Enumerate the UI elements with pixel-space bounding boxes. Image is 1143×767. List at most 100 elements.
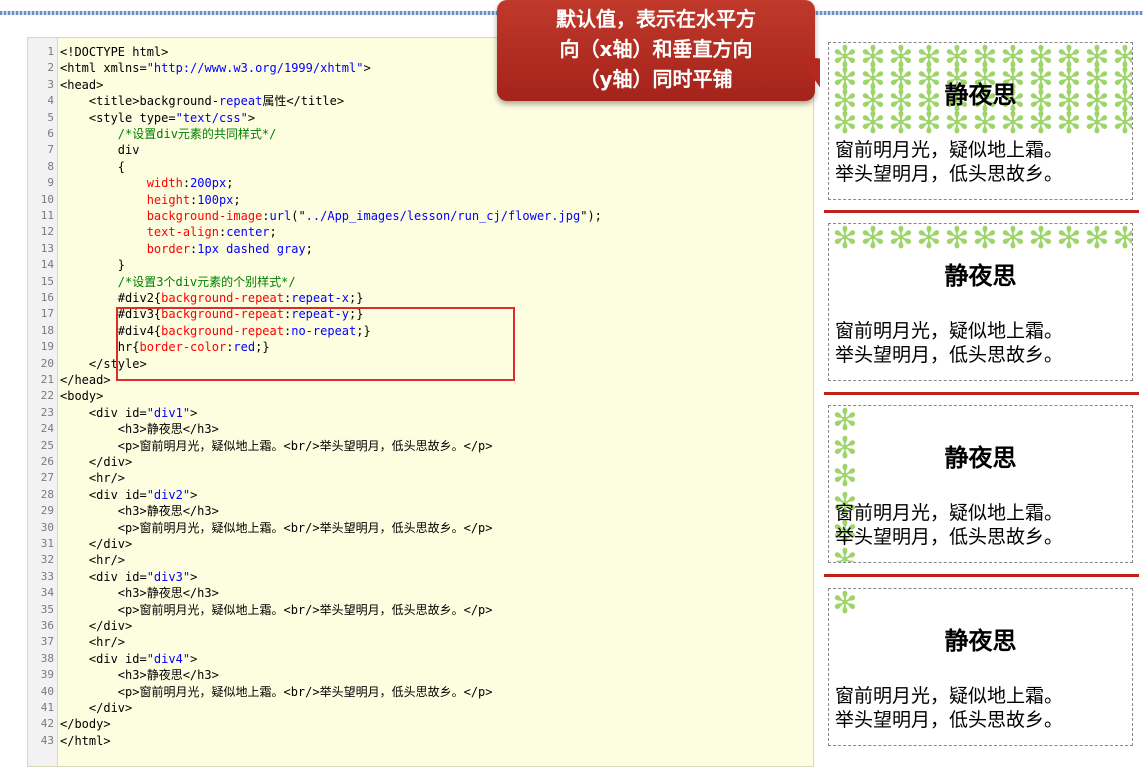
code-line: 33 <div id="div3"> bbox=[28, 569, 813, 585]
demo-div4: ✻ 静夜思 窗前明月光，疑似地上霜。 举头望明月，低头思故乡。 bbox=[828, 588, 1133, 746]
code-token: #div2{ bbox=[60, 291, 162, 305]
demo-title: 静夜思 bbox=[944, 444, 1017, 472]
code-token: height bbox=[60, 192, 191, 207]
line-number: 17 bbox=[40, 307, 54, 321]
callout-bubble: 默认值，表示在水平方 向（x轴）和垂直方向 （y轴）同时平铺 bbox=[497, 0, 815, 101]
code-text: border:1px dashed gray; bbox=[60, 241, 313, 257]
flower-icon: ✻ bbox=[1056, 42, 1082, 75]
code-token: <h3>静夜思</h3> bbox=[60, 504, 219, 519]
demo-div2: ✻✻✻✻✻✻✻✻✻✻✻ 静夜思 窗前明月光，疑似地上霜。 举头望明月，低头思故乡… bbox=[828, 223, 1133, 381]
code-token: { bbox=[60, 159, 126, 174]
flower-icon: ✻ bbox=[944, 42, 970, 75]
code-token: <p>窗前明月光，疑似地上霜。<br/>举头望明月，低头思故乡。</p> bbox=[60, 438, 493, 453]
code-line: 28 <div id="div2"> bbox=[28, 487, 813, 503]
code-token: /*设置3个div元素的个别样式*/ bbox=[60, 274, 296, 289]
code-token: border bbox=[60, 241, 191, 256]
demo-line-1: 窗前明月光，疑似地上霜。 bbox=[835, 320, 1064, 342]
line-number: 25 bbox=[40, 438, 54, 452]
line-number: 31 bbox=[40, 537, 54, 550]
line-number: 29 bbox=[40, 504, 54, 518]
code-text: } bbox=[60, 257, 125, 273]
code-line: 31 </div> bbox=[28, 536, 813, 552]
flower-icon: ✻ bbox=[888, 42, 914, 75]
code-line: 24 <h3>静夜思</h3> bbox=[28, 421, 813, 437]
code-line: 42 </body> bbox=[28, 716, 813, 732]
code-token: > bbox=[190, 405, 198, 420]
code-text: <h3>静夜思</h3> bbox=[60, 421, 219, 437]
line-number: 38 bbox=[40, 651, 54, 665]
flower-icon: ✻ bbox=[972, 223, 998, 256]
code-text: /*设置3个div元素的个别样式*/ bbox=[60, 274, 296, 290]
code-text: </body> bbox=[60, 716, 111, 732]
flower-icon: ✻ bbox=[1112, 224, 1132, 254]
code-token: "http://www.w3.org/1999/xhtml" bbox=[146, 61, 364, 76]
code-line: 22 <body> bbox=[28, 388, 813, 404]
line-number: 39 bbox=[40, 668, 54, 682]
code-line: 7 div bbox=[28, 142, 813, 158]
code-token: </div> bbox=[60, 537, 133, 551]
code-line: 10 height:100px; bbox=[28, 192, 813, 208]
code-text: <html xmlns="http://www.w3.org/1999/xhtm… bbox=[60, 60, 371, 76]
line-number: 37 bbox=[40, 635, 54, 649]
code-token: (" bbox=[291, 209, 306, 223]
line-number: 40 bbox=[40, 684, 54, 698]
line-number: 14 bbox=[40, 258, 54, 272]
code-token: ; bbox=[305, 241, 313, 256]
code-token: "div1" bbox=[146, 405, 191, 420]
flower-icon: ✻ bbox=[1084, 42, 1110, 75]
code-line: 34 <h3>静夜思</h3> bbox=[28, 585, 813, 601]
code-text: <p>窗前明月光，疑似地上霜。<br/>举头望明月，低头思故乡。</p> bbox=[60, 520, 493, 536]
code-token: ; bbox=[226, 176, 234, 191]
code-text: text-align:center; bbox=[60, 224, 277, 240]
code-line: 43 </html> bbox=[28, 733, 813, 749]
line-number: 28 bbox=[40, 487, 54, 501]
code-token: "div4" bbox=[146, 651, 191, 666]
code-token: </div> bbox=[60, 619, 133, 633]
code-text: <!DOCTYPE html> bbox=[60, 44, 168, 60]
line-number: 11 bbox=[40, 209, 54, 222]
code-token: <p>窗前明月光，疑似地上霜。<br/>举头望明月，低头思故乡。</p> bbox=[60, 520, 493, 535]
code-line: 35 <p>窗前明月光，疑似地上霜。<br/>举头望明月，低头思故乡。</p> bbox=[28, 602, 813, 618]
code-token: ; bbox=[233, 192, 241, 207]
code-line: 32 <hr/> bbox=[28, 552, 813, 568]
demo-line-2: 举头望明月，低头思故乡。 bbox=[835, 344, 1064, 366]
flower-icon: ✻ bbox=[832, 543, 858, 563]
code-token: <h3>静夜思</h3> bbox=[60, 668, 219, 683]
demo-line-2: 举头望明月，低头思故乡。 bbox=[835, 526, 1064, 548]
line-number: 34 bbox=[40, 586, 54, 600]
line-number: 8 bbox=[47, 159, 54, 173]
code-token: } bbox=[60, 258, 126, 273]
code-token: > bbox=[190, 487, 198, 502]
code-token: ; bbox=[269, 225, 277, 240]
code-text: </div> bbox=[60, 618, 132, 634]
code-text: /*设置div元素的共同样式*/ bbox=[60, 126, 277, 142]
code-token: <hr/> bbox=[60, 471, 126, 486]
code-token: "text/css" bbox=[175, 110, 248, 125]
flower-icon: ✻ bbox=[860, 223, 886, 256]
code-token: > bbox=[190, 651, 198, 666]
code-text: </div> bbox=[60, 454, 132, 470]
code-token: <body> bbox=[60, 389, 104, 404]
flower-icon: ✻ bbox=[832, 588, 858, 621]
flower-icon: ✻ bbox=[916, 223, 942, 256]
code-text: div bbox=[60, 142, 140, 158]
code-line: 27 <hr/> bbox=[28, 470, 813, 486]
preview-panel: ✻ ✻ ✻ ✻ ✻ ✻ ✻ ✻ ✻ ✻ ✻ ✻ ✻ ✻ ✻ ✻ ✻ ✻ ✻ ✻ ✻ ✻ ✻ ✻ ✻ ✻ ✻ ✻ ✻ ✻ ✻ ✻ ✻ ✻ ✻ ✻ ✻ ✻ ✻ ✻… bbox=[820, 37, 1143, 767]
code-text: <h3>静夜思</h3> bbox=[60, 667, 219, 683]
line-number: 13 bbox=[40, 241, 54, 255]
code-line: 16 #div2{background-repeat:repeat-x;} bbox=[28, 290, 813, 306]
code-token: </html> bbox=[60, 733, 111, 748]
horizontal-rule bbox=[824, 210, 1139, 213]
code-line: 12 text-align:center; bbox=[28, 224, 813, 240]
flower-icon: ✻ bbox=[1028, 223, 1054, 256]
code-line: 11 background-image:url("../App_images/l… bbox=[28, 208, 813, 224]
code-text: <p>窗前明月光，疑似地上霜。<br/>举头望明月，低头思故乡。</p> bbox=[60, 602, 493, 618]
code-token: background-repeat bbox=[161, 291, 284, 305]
code-token: <h3>静夜思</h3> bbox=[60, 422, 219, 437]
flower-icon: ✻ bbox=[1056, 223, 1082, 256]
line-number: 1 bbox=[47, 45, 54, 58]
line-number: 26 bbox=[40, 455, 54, 468]
code-text: <title>background-repeat属性</title> bbox=[60, 93, 344, 109]
code-token: <div id= bbox=[60, 487, 147, 502]
code-token: "div3" bbox=[146, 569, 191, 584]
